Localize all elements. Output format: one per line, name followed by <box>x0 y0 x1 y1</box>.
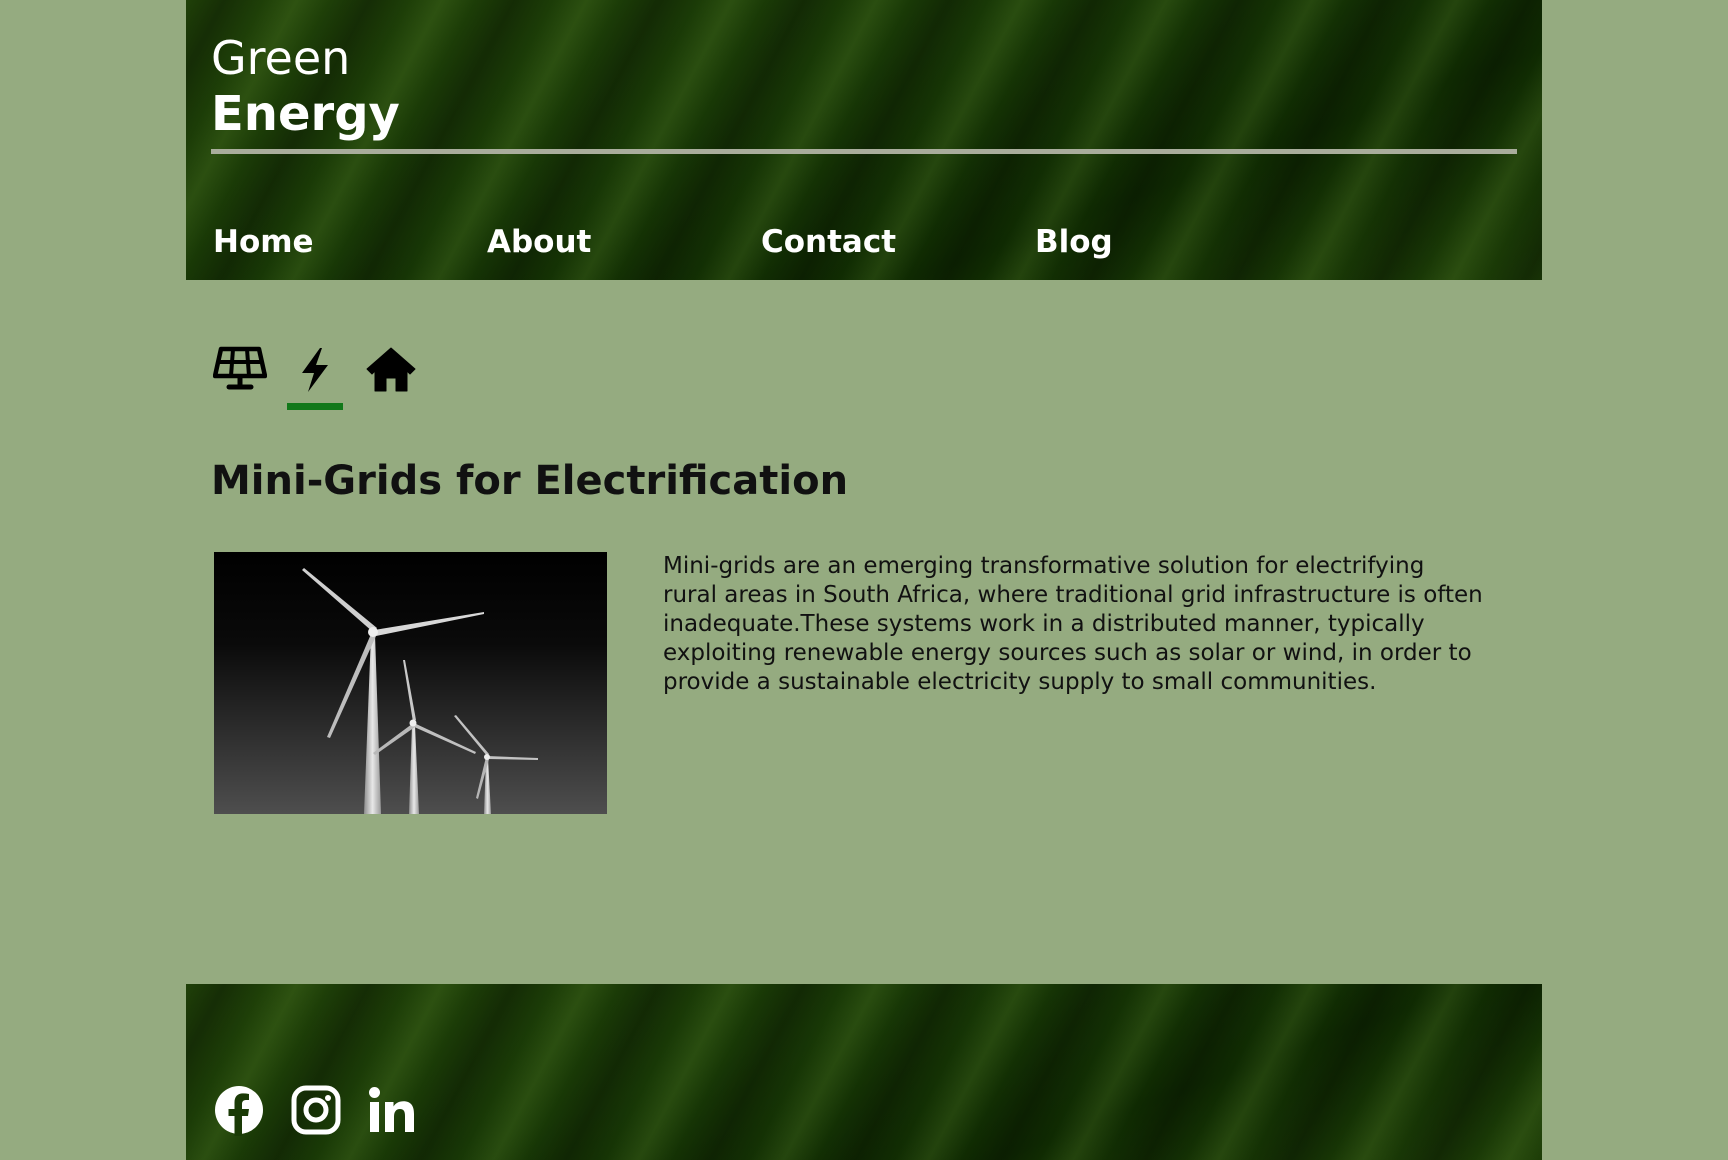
site-footer <box>186 984 1542 1160</box>
brand-name-light: Green <box>211 31 351 85</box>
house-icon <box>366 347 416 392</box>
tab-energy[interactable] <box>287 342 343 412</box>
brand-name-bold: Energy <box>211 86 400 142</box>
linkedin-icon <box>369 1087 414 1132</box>
tab-home[interactable] <box>363 342 419 412</box>
nav-about-link[interactable]: About <box>487 220 591 264</box>
instagram-link[interactable] <box>290 1084 344 1138</box>
facebook-icon <box>215 1086 263 1136</box>
nav-blog-link[interactable]: Blog <box>1035 220 1113 264</box>
active-tab-indicator <box>287 403 343 410</box>
facebook-link[interactable] <box>213 1084 267 1138</box>
article-body: Mini-grids are an emerging transformativ… <box>663 553 1483 695</box>
bolt-icon <box>302 348 328 392</box>
header-divider <box>211 149 1517 154</box>
topic-tabs <box>211 342 451 412</box>
nav-contact-link[interactable]: Contact <box>761 220 896 264</box>
linkedin-link[interactable] <box>366 1084 420 1138</box>
wind-turbines-photo <box>214 552 607 814</box>
solar-panel-icon <box>213 346 267 390</box>
site-header: Green Energy Home About Contact Blog <box>186 0 1542 280</box>
tab-solar[interactable] <box>211 342 267 412</box>
instagram-icon <box>291 1085 341 1135</box>
nav-home-link[interactable]: Home <box>213 220 314 264</box>
article-title: Mini-Grids for Electrification <box>211 458 849 504</box>
